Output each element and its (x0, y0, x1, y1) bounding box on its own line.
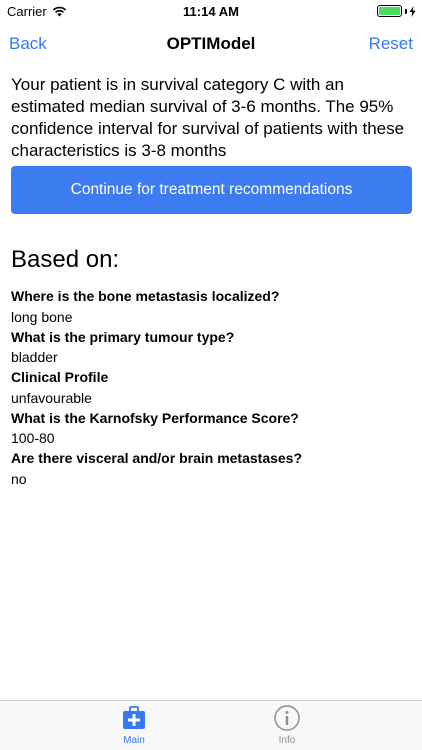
continue-button[interactable]: Continue for treatment recommendations (11, 166, 412, 214)
survival-summary: Your patient is in survival category C w… (11, 75, 405, 160)
tab-info[interactable]: Info (247, 704, 327, 746)
question-label: Are there visceral and/or brain metastas… (11, 450, 303, 466)
status-right (377, 5, 416, 17)
charging-bolt-icon (409, 5, 416, 17)
battery-level-fill (379, 7, 400, 15)
based-on-heading: Based on: (11, 246, 120, 273)
reset-button[interactable]: Reset (369, 34, 413, 54)
app-screen: Carrier 11:14 AM Back OPTIModel Reset Yo… (0, 0, 422, 750)
tab-bar: Main Info (0, 700, 422, 750)
page-title: OPTIModel (166, 34, 256, 53)
battery-tip (405, 8, 407, 14)
tab-main-label: Main (123, 735, 145, 746)
answers-list: Where is the bone metastasis localized? … (11, 286, 415, 489)
navigation-bar: Back OPTIModel Reset (0, 22, 422, 66)
answer-value: long bone (11, 308, 73, 325)
tab-main[interactable]: Main (94, 704, 174, 746)
answer-value: bladder (11, 349, 58, 365)
question-label: What is the primary tumour type? (11, 328, 235, 345)
status-time: 11:14 AM (183, 4, 239, 19)
medical-kit-icon (123, 706, 145, 729)
question-label: Where is the bone metastasis localized? (11, 288, 280, 304)
info-icon (274, 705, 300, 731)
tab-info-label: Info (278, 735, 296, 746)
question-label: What is the Karnofsky Performance Score? (11, 409, 299, 426)
question-label: Clinical Profile (11, 369, 109, 385)
answer-value: 100-80 (11, 430, 55, 446)
answer-value: unfavourable (11, 389, 92, 406)
battery-icon (377, 5, 402, 17)
answer-value: no (11, 470, 27, 487)
status-bar: Carrier 11:14 AM (0, 0, 422, 22)
